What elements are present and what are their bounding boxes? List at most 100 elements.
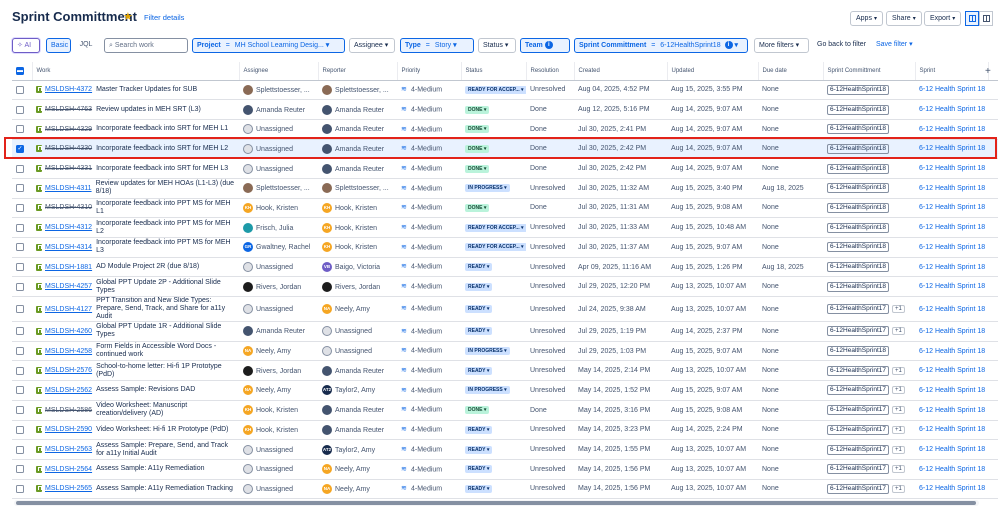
reporter-cell[interactable]: Splettstoesser, ...	[318, 178, 397, 199]
detail-view-toggle[interactable]	[979, 11, 993, 26]
issue-key-link[interactable]: MSLDSH-4257	[45, 283, 92, 290]
due-date-cell[interactable]: None	[758, 217, 823, 238]
sprint-link[interactable]: 6-12 Health Sprint 18	[919, 145, 985, 152]
ai-search-button[interactable]: ✧ AI	[12, 38, 40, 53]
assignee-cell[interactable]: Amanda Reuter	[239, 321, 318, 342]
status-lozenge[interactable]: READY ▾	[465, 465, 493, 474]
more-values-badge[interactable]: +1	[892, 327, 905, 336]
status-lozenge[interactable]: READY FOR ACCEP... ▾	[465, 223, 526, 232]
row-select-cell[interactable]	[12, 439, 32, 460]
table-row[interactable]: MSLDSH-2586 Video Worksheet: Manuscript c…	[12, 400, 998, 421]
row-select-cell[interactable]	[12, 99, 32, 120]
priority-cell[interactable]: ≋ 4-Medium	[397, 198, 461, 219]
issue-summary[interactable]: Review updates in MEH SRT (L3)	[96, 106, 235, 114]
sprint-committment-cell[interactable]: 6-12HealthSprint17 +1	[823, 321, 915, 342]
table-row[interactable]: MSLDSH-4260 Global PPT Update 1R - Additi…	[12, 321, 998, 342]
table-row[interactable]: MSLDSH-4311 Review updates for MEH HOAs (…	[12, 178, 998, 199]
status-cell[interactable]: READY ▾	[461, 479, 526, 500]
row-checkbox[interactable]	[16, 445, 24, 454]
status-lozenge[interactable]: READY ▾	[465, 366, 493, 375]
assignee-cell[interactable]: GR Gwaltney, Rachel	[239, 237, 318, 258]
status-lozenge[interactable]: DONE ▾	[465, 164, 490, 173]
due-date-cell[interactable]: Aug 18, 2025	[758, 257, 823, 278]
due-date-cell[interactable]: None	[758, 479, 823, 500]
status-cell[interactable]: DONE ▾	[461, 400, 526, 421]
priority-cell[interactable]: ≋ 4-Medium	[397, 380, 461, 401]
work-cell[interactable]: MSLDSH-4258 Form Fields in Accessible Wor…	[32, 341, 239, 362]
issue-summary[interactable]: School-to-home letter: Hi-fi 1P Prototyp…	[96, 363, 235, 379]
star-icon[interactable]: ★	[123, 10, 133, 24]
assignee-cell[interactable]: Unassigned	[239, 139, 318, 160]
team-filter-chip[interactable]: Team i	[520, 38, 570, 53]
issue-summary[interactable]: PPT Transition and New Slide Types: Prep…	[96, 297, 235, 321]
issue-summary[interactable]: Global PPT Update 2P - Additional Slide …	[96, 279, 235, 295]
sprint-link[interactable]: 6-12 Health Sprint 18	[919, 485, 985, 492]
sprint-cell[interactable]: 6-12 Health Sprint 18	[915, 341, 988, 362]
status-cell[interactable]: READY ▾	[461, 257, 526, 278]
assignee-cell[interactable]: Unassigned	[239, 296, 318, 323]
priority-cell[interactable]: ≋ 4-Medium	[397, 341, 461, 362]
priority-cell[interactable]: ≋ 4-Medium	[397, 237, 461, 258]
due-date-cell[interactable]: None	[758, 341, 823, 362]
row-checkbox[interactable]	[16, 484, 24, 493]
sprint-cell[interactable]: 6-12 Health Sprint 18	[915, 276, 988, 298]
status-lozenge[interactable]: READY ▾	[465, 305, 493, 314]
sprint-committment-cell[interactable]: 6-12HealthSprint17 +1	[823, 400, 915, 421]
table-row[interactable]: MSLDSH-2564 Assess Sample: A11y Remediati…	[12, 459, 998, 480]
sprint-committment-cell[interactable]: 6-12HealthSprint18	[823, 158, 915, 179]
sprint-cell[interactable]: 6-12 Health Sprint 18	[915, 257, 988, 278]
reporter-cell[interactable]: AT2 Taylor2, Amy	[318, 439, 397, 460]
status-lozenge[interactable]: DONE ▾	[465, 406, 490, 415]
list-view-toggle[interactable]	[965, 11, 979, 26]
work-cell[interactable]: MSLDSH-2586 Video Worksheet: Manuscript c…	[32, 400, 239, 421]
row-select-cell[interactable]	[12, 237, 32, 258]
sprint-committment-cell[interactable]: 6-12HealthSprint18	[823, 139, 915, 160]
row-select-cell[interactable]	[12, 80, 32, 101]
status-lozenge[interactable]: READY ▾	[465, 484, 493, 493]
status-cell[interactable]: DONE ▾	[461, 139, 526, 160]
sprint-link[interactable]: 6-12 Health Sprint 18	[919, 165, 985, 172]
column-header-assignee[interactable]: Assignee	[239, 62, 319, 81]
assignee-cell[interactable]: Rivers, Jordan	[239, 276, 318, 298]
due-date-cell[interactable]: None	[758, 296, 823, 323]
work-cell[interactable]: MSLDSH-2564 Assess Sample: A11y Remediati…	[32, 459, 239, 480]
work-cell[interactable]: MSLDSH-4311 Review updates for MEH HOAs (…	[32, 178, 239, 199]
sprint-cell[interactable]: 6-12 Health Sprint 18	[915, 420, 988, 441]
sprint-committment-cell[interactable]: 6-12HealthSprint18	[823, 198, 915, 219]
priority-cell[interactable]: ≋ 4-Medium	[397, 99, 461, 120]
horizontal-scrollbar[interactable]	[14, 500, 979, 506]
work-cell[interactable]: MSLDSH-4329 Incorporate feedback into SRT…	[32, 119, 239, 140]
issue-key-link[interactable]: MSLDSH-4372	[45, 86, 92, 93]
row-checkbox[interactable]	[16, 85, 24, 94]
priority-cell[interactable]: ≋ 4-Medium	[397, 400, 461, 421]
table-row[interactable]: MSLDSH-2563 Assess Sample: Prepare, Send,…	[12, 439, 998, 460]
sprint-cell[interactable]: 6-12 Health Sprint 18	[915, 99, 988, 120]
row-select-cell[interactable]	[12, 459, 32, 480]
reporter-cell[interactable]: KH Hook, Kristen	[318, 237, 397, 258]
status-lozenge[interactable]: READY ▾	[465, 263, 493, 272]
status-lozenge[interactable]: READY ▾	[465, 282, 493, 291]
status-cell[interactable]: READY FOR ACCEP... ▾	[461, 237, 526, 258]
sprint-cell[interactable]: 6-12 Health Sprint 18	[915, 439, 988, 460]
column-header-status[interactable]: Status	[461, 62, 527, 81]
row-select-cell[interactable]	[12, 158, 32, 179]
sprint-cell[interactable]: 6-12 Health Sprint 18	[915, 321, 988, 342]
assignee-cell[interactable]: Rivers, Jordan	[239, 360, 318, 382]
reporter-cell[interactable]: Splettstoesser, ...	[318, 80, 397, 101]
table-row[interactable]: MSLDSH-4258 Form Fields in Accessible Wor…	[12, 341, 998, 362]
sprint-cell[interactable]: 6-12 Health Sprint 18	[915, 380, 988, 401]
sprint-link[interactable]: 6-12 Health Sprint 18	[919, 348, 985, 355]
row-checkbox[interactable]	[16, 164, 24, 173]
table-row[interactable]: MSLDSH-2576 School-to-home letter: Hi-fi …	[12, 360, 998, 382]
reporter-cell[interactable]: Amanda Reuter	[318, 99, 397, 120]
status-lozenge[interactable]: READY ▾	[465, 445, 493, 454]
status-lozenge[interactable]: IN PROGRESS ▾	[465, 386, 510, 395]
reporter-cell[interactable]: NA Neely, Amy	[318, 296, 397, 323]
sprint-committment-cell[interactable]: 6-12HealthSprint18	[823, 276, 915, 298]
status-cell[interactable]: DONE ▾	[461, 158, 526, 179]
status-cell[interactable]: DONE ▾	[461, 198, 526, 219]
scrollbar-thumb[interactable]	[16, 501, 976, 505]
column-header-resolution[interactable]: Resolution	[526, 62, 575, 81]
issue-key-link[interactable]: MSLDSH-4329	[45, 126, 92, 133]
status-cell[interactable]: READY ▾	[461, 296, 526, 323]
